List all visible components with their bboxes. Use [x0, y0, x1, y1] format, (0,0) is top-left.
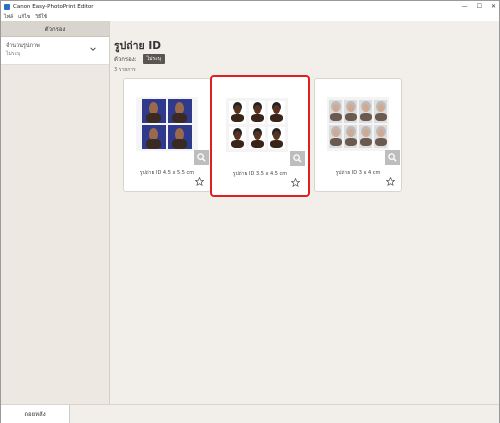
maximize-button[interactable]: ☐ — [477, 2, 482, 11]
portrait-photo — [142, 99, 166, 123]
template-card-4.5x5.5[interactable]: รูปถ่าย ID 4.5 x 5.5 cm — [123, 78, 211, 192]
footer-bar: ถอยหลัง — [1, 404, 499, 423]
active-filters: ตัวกรอง: ไม่ระบุ — [114, 54, 166, 64]
minimize-button[interactable]: — — [462, 2, 468, 11]
portrait-photo — [359, 100, 372, 123]
template-card-3.5x4.5[interactable]: รูปถ่าย ID 3.5 x 4.5 cm — [210, 75, 310, 197]
template-card-3x4[interactable]: รูปถ่าย ID 3 x 4 cm — [314, 78, 402, 192]
portrait-photo — [168, 125, 192, 149]
app-logo-icon — [4, 3, 10, 10]
template-caption: รูปถ่าย ID 3.5 x 4.5 cm — [232, 171, 288, 177]
template-thumbnail — [136, 97, 198, 151]
template-thumbnail — [226, 98, 288, 152]
zoom-button[interactable] — [290, 151, 305, 166]
app-window: Canon Easy-PhotoPrint Editor — ☐ ✕ ไฟล์ … — [0, 0, 500, 423]
magnifier-icon — [293, 154, 302, 163]
favorite-star-icon[interactable] — [386, 177, 395, 186]
window-title: Canon Easy-PhotoPrint Editor — [13, 3, 94, 10]
item-count: 3 รายการ — [114, 67, 136, 73]
portrait-photo — [329, 100, 342, 123]
favorite-star-icon[interactable] — [195, 177, 204, 186]
zoom-button[interactable] — [385, 150, 400, 165]
sidebar-header: ตัวกรอง — [1, 21, 109, 37]
title-bar: Canon Easy-PhotoPrint Editor — ☐ ✕ — [1, 1, 499, 12]
portrait-photo — [374, 100, 387, 123]
filter-value: ไม่ระบุ — [6, 51, 21, 57]
menu-file[interactable]: ไฟล์ — [4, 13, 13, 21]
portrait-photo — [329, 125, 342, 148]
favorite-star-icon[interactable] — [291, 178, 300, 187]
magnifier-icon — [197, 153, 206, 162]
menu-help[interactable]: วิธีใช้ — [35, 13, 47, 21]
menu-edit[interactable]: แก้ไข — [18, 13, 30, 21]
main-content: รูปถ่าย ID ตัวกรอง: ไม่ระบุ 3 รายการ รูป… — [110, 21, 499, 404]
portrait-photo — [344, 125, 357, 148]
filter-label: ตัวกรอง: — [114, 56, 137, 63]
portrait-photo — [359, 125, 372, 148]
portrait-photo — [229, 126, 246, 149]
portrait-photo — [268, 101, 285, 124]
filter-image-count[interactable]: จำนวนรูปภาพ ไม่ระบุ — [1, 37, 109, 65]
template-caption: รูปถ่าย ID 4.5 x 5.5 cm — [139, 170, 195, 176]
page-title: รูปถ่าย ID — [114, 40, 161, 52]
magnifier-icon — [388, 153, 397, 162]
back-button[interactable]: ถอยหลัง — [1, 405, 70, 423]
filter-tag[interactable]: ไม่ระบุ — [142, 54, 166, 64]
zoom-button[interactable] — [194, 150, 209, 165]
portrait-photo — [168, 99, 192, 123]
portrait-photo — [248, 101, 266, 124]
close-button[interactable]: ✕ — [491, 2, 496, 11]
portrait-photo — [142, 125, 166, 149]
filter-sidebar: ตัวกรอง จำนวนรูปภาพ ไม่ระบุ — [1, 21, 110, 404]
portrait-photo — [268, 126, 285, 149]
portrait-photo — [344, 100, 357, 123]
portrait-photo — [248, 126, 266, 149]
portrait-photo — [374, 125, 387, 148]
menu-bar: ไฟล์ แก้ไข วิธีใช้ — [1, 12, 499, 21]
template-caption: รูปถ่าย ID 3 x 4 cm — [335, 170, 381, 176]
template-thumbnail — [327, 97, 389, 151]
portrait-photo — [229, 101, 246, 124]
chevron-down-icon[interactable] — [89, 45, 97, 53]
filter-title: จำนวนรูปภาพ — [6, 43, 40, 49]
